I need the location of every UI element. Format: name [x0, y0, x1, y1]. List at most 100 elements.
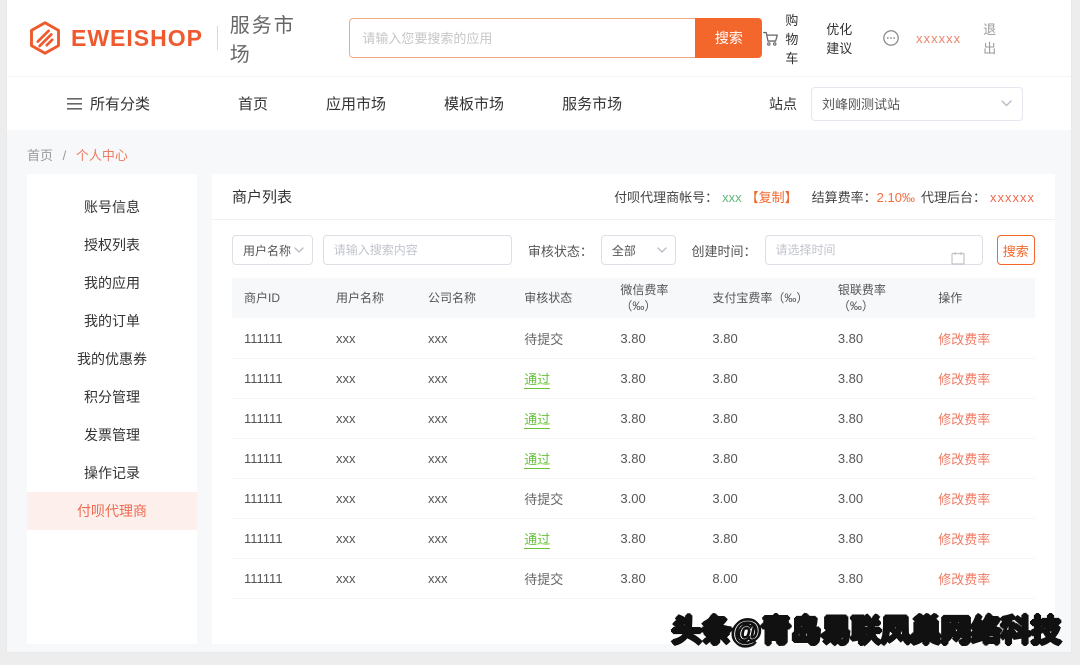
suggest-link[interactable]: 优化建议: [826, 19, 858, 57]
eweishop-logo[interactable]: EWEISHOP: [27, 20, 203, 56]
cell-alipay: 3.80: [700, 518, 825, 558]
sidebar-item[interactable]: 发票管理: [27, 416, 197, 454]
merchant-list-card: 商户列表 付呗代理商帐号：xxx【复制】结算费率：2.10‰代理后台：xxxxx…: [212, 174, 1055, 644]
cell-company: xxx: [416, 558, 512, 598]
cell-alipay: 8.00: [700, 558, 825, 598]
username-link[interactable]: xxxxxx: [916, 31, 961, 46]
hamburger-icon: [67, 98, 90, 110]
breadcrumb: 首页 / 个人中心: [7, 130, 1071, 164]
cell-company: xxx: [416, 398, 512, 438]
breadcrumb-separator: /: [63, 148, 67, 163]
app-search-input[interactable]: [349, 18, 695, 58]
status-pending: 待提交: [524, 332, 563, 347]
modify-rate-link[interactable]: 修改费率: [938, 572, 990, 587]
breadcrumb-current: 个人中心: [76, 148, 128, 163]
search-field-select[interactable]: 用户名称: [232, 235, 313, 265]
filter-search-button[interactable]: 搜索: [997, 235, 1035, 265]
column-header-alipay: 支付宝费率（‰）: [700, 278, 825, 318]
agent-account-label: 付呗代理商帐号：: [614, 190, 718, 205]
cell-user: xxx: [324, 398, 416, 438]
suggest-label: 优化建议: [826, 19, 858, 57]
sidebar-item[interactable]: 我的优惠券: [27, 340, 197, 378]
message-link[interactable]: [882, 29, 906, 47]
table-row: 111111xxxxxx通过3.803.803.80修改费率: [232, 438, 1035, 478]
app-search-button[interactable]: 搜索: [695, 18, 762, 58]
table-row: 111111xxxxxx通过3.803.803.80修改费率: [232, 518, 1035, 558]
nav-link-1[interactable]: 应用市场: [326, 93, 386, 114]
all-categories-button[interactable]: 所有分类: [67, 93, 150, 114]
modify-rate-link[interactable]: 修改费率: [938, 532, 990, 547]
status-passed[interactable]: 通过: [524, 372, 550, 389]
cell-company: xxx: [416, 478, 512, 518]
column-header-company: 公司名称: [416, 278, 512, 318]
time-filter-label: 创建时间：: [692, 241, 757, 260]
site-selector: 站点 刘峰刚测试站: [769, 87, 1023, 121]
cell-id: 111111: [232, 518, 324, 558]
cell-id: 111111: [232, 438, 324, 478]
cell-unionpay: 3.80: [826, 438, 926, 478]
cell-wechat: 3.80: [608, 398, 700, 438]
sidebar-item[interactable]: 账号信息: [27, 188, 197, 226]
message-icon: [882, 29, 906, 47]
chevron-down-icon: [294, 247, 304, 253]
app-search: 搜索: [349, 18, 762, 58]
cell-alipay: 3.80: [700, 398, 825, 438]
table-row: 111111xxxxxx待提交3.808.003.80修改费率: [232, 558, 1035, 598]
agent-backend-link[interactable]: xxxxxx: [990, 190, 1035, 205]
keyword-input[interactable]: [323, 235, 512, 265]
table-body: 111111xxxxxx待提交3.803.803.80修改费率111111xxx…: [232, 318, 1035, 598]
cart-link[interactable]: 购物车: [762, 10, 800, 67]
agent-info: 付呗代理商帐号：xxx【复制】结算费率：2.10‰代理后台：xxxxxx: [614, 187, 1035, 206]
table-row: 111111xxxxxx待提交3.003.003.00修改费率: [232, 478, 1035, 518]
column-header-unionpay: 银联费率 （‰）: [826, 278, 926, 318]
site-select[interactable]: 刘峰刚测试站: [811, 87, 1023, 121]
content: 账号信息授权列表我的应用我的订单我的优惠券积分管理发票管理操作记录付呗代理商 商…: [7, 164, 1071, 644]
table-row: 111111xxxxxx通过3.803.803.80修改费率: [232, 358, 1035, 398]
sidebar-item[interactable]: 积分管理: [27, 378, 197, 416]
topbar-right: 购物车 优化建议 xxxxxx 退出: [762, 10, 999, 67]
cell-unionpay: 3.80: [826, 398, 926, 438]
copy-button[interactable]: 【复制】: [746, 190, 798, 205]
sidebar-item[interactable]: 操作记录: [27, 454, 197, 492]
all-categories-label: 所有分类: [90, 93, 150, 114]
navbar: 所有分类 首页 应用市场 模板市场 服务市场 站点 刘峰刚测试站: [7, 76, 1071, 130]
sidebar-item[interactable]: 授权列表: [27, 226, 197, 264]
topbar: EWEISHOP 服务市场 搜索 购物车 优化建议: [7, 0, 1071, 76]
cell-company: xxx: [416, 438, 512, 478]
modify-rate-link[interactable]: 修改费率: [938, 492, 990, 507]
logout-link[interactable]: 退出: [983, 19, 999, 57]
column-header-wechat: 微信费率 （‰）: [608, 278, 700, 318]
status-pending: 待提交: [524, 492, 563, 507]
modify-rate-link[interactable]: 修改费率: [938, 452, 990, 467]
nav-link-3[interactable]: 服务市场: [562, 93, 622, 114]
status-passed[interactable]: 通过: [524, 532, 550, 549]
cell-user: xxx: [324, 318, 416, 358]
sidebar-item[interactable]: 我的应用: [27, 264, 197, 302]
cell-unionpay: 3.00: [826, 478, 926, 518]
divider: [217, 26, 218, 50]
modify-rate-link[interactable]: 修改费率: [938, 372, 990, 387]
status-filter-label: 审核状态：: [528, 241, 593, 260]
sidebar-item[interactable]: 付呗代理商: [27, 492, 197, 530]
cart-label: 购物车: [785, 10, 800, 67]
sidebar-item[interactable]: 我的订单: [27, 302, 197, 340]
cell-alipay: 3.80: [700, 438, 825, 478]
breadcrumb-home[interactable]: 首页: [27, 148, 53, 163]
status-pending: 待提交: [524, 572, 563, 587]
status-passed[interactable]: 通过: [524, 412, 550, 429]
modify-rate-link[interactable]: 修改费率: [938, 332, 990, 347]
site-label: 站点: [769, 94, 797, 114]
column-header-user: 用户名称: [324, 278, 416, 318]
chevron-down-icon: [657, 247, 667, 253]
cell-company: xxx: [416, 518, 512, 558]
cell-wechat: 3.80: [608, 518, 700, 558]
cell-id: 111111: [232, 358, 324, 398]
status-select-value: 全部: [612, 242, 636, 259]
status-select[interactable]: 全部: [601, 235, 676, 265]
search-field-value: 用户名称: [243, 242, 291, 259]
nav-link-0[interactable]: 首页: [238, 93, 268, 114]
cell-alipay: 3.80: [700, 358, 825, 398]
nav-link-2[interactable]: 模板市场: [444, 93, 504, 114]
modify-rate-link[interactable]: 修改费率: [938, 412, 990, 427]
status-passed[interactable]: 通过: [524, 452, 550, 469]
